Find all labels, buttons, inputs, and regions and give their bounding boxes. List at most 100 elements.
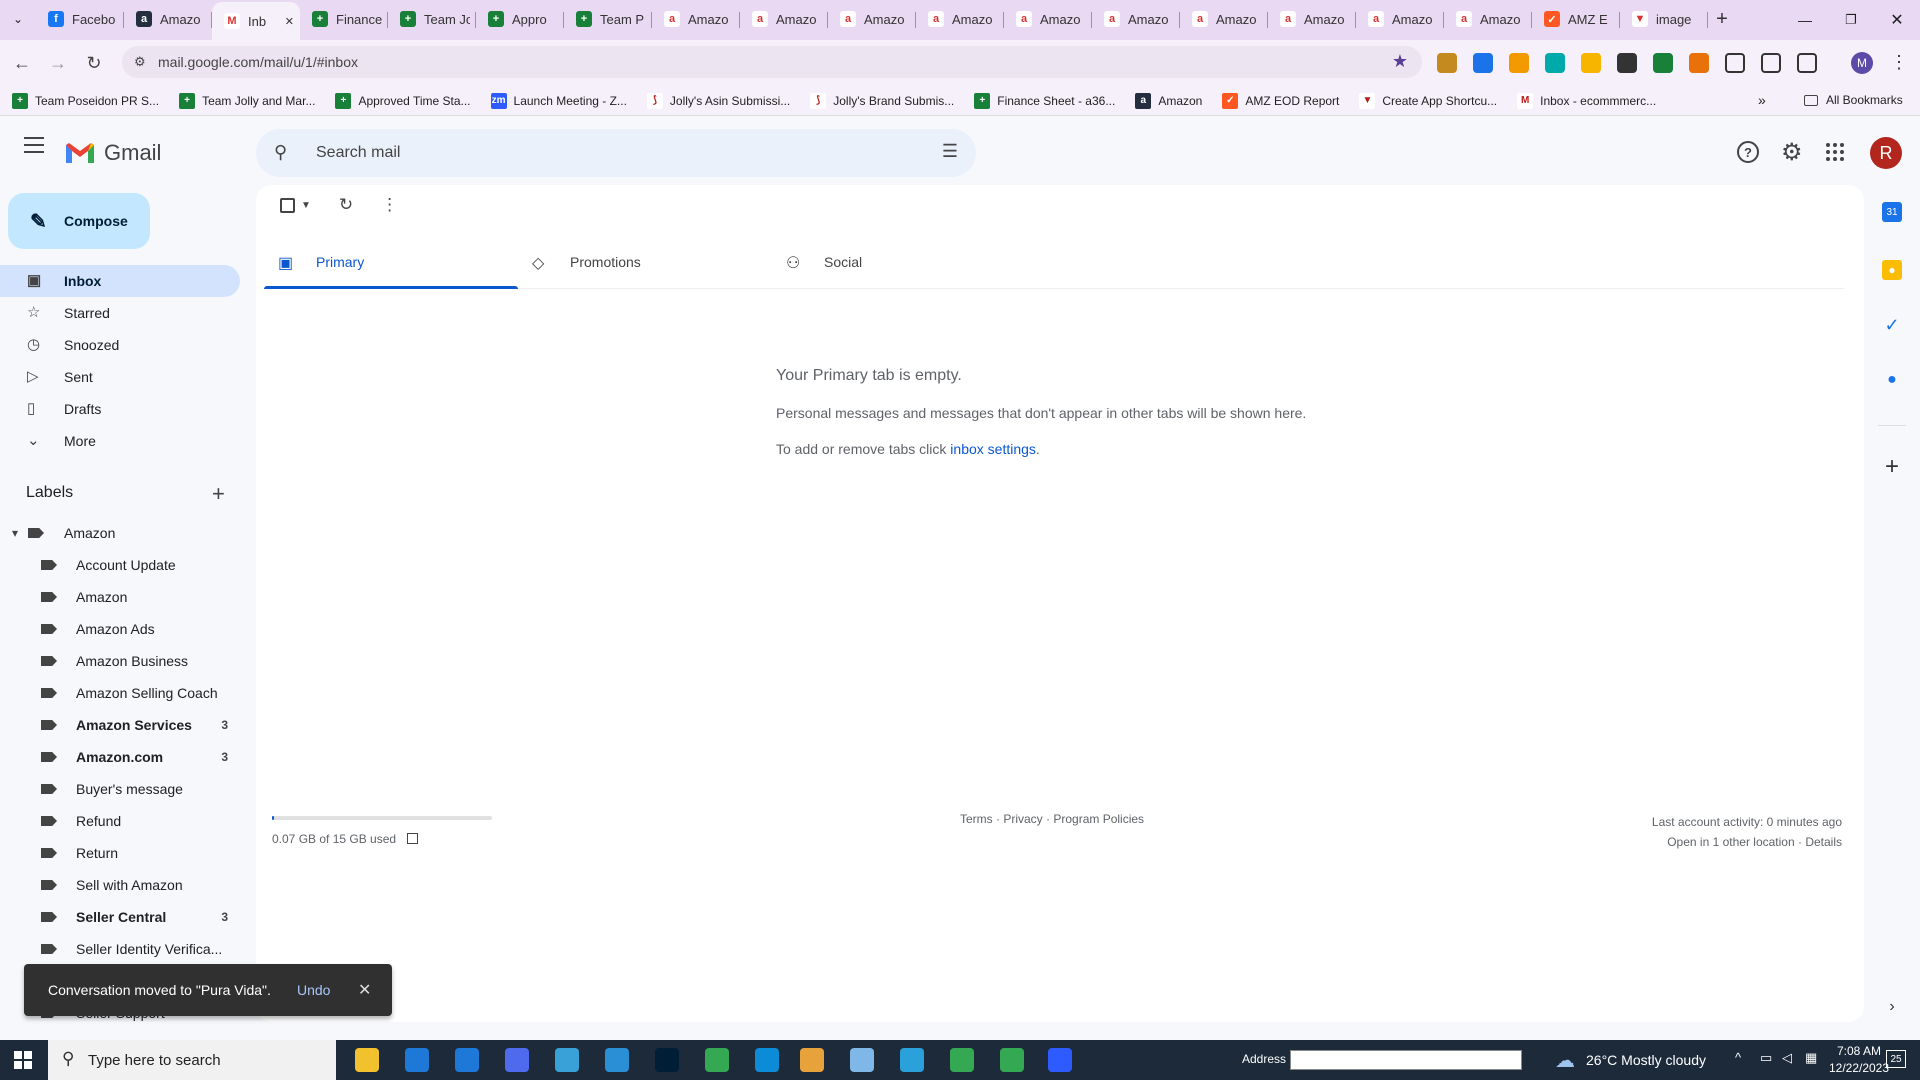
tab-search-icon[interactable]: ⌄ <box>0 2 36 36</box>
label-item[interactable]: Refund <box>0 805 240 837</box>
keep-icon[interactable]: ● <box>1882 260 1902 280</box>
ext-zm-icon[interactable] <box>1545 53 1565 73</box>
apps-grid-icon[interactable] <box>1826 143 1844 161</box>
search-mail-bar[interactable]: ⚲ Search mail ☰ <box>256 129 976 177</box>
open-external-icon[interactable] <box>407 833 419 844</box>
label-item[interactable]: Amazon Services 3 <box>0 709 240 741</box>
edge-icon[interactable] <box>755 1048 779 1072</box>
browser-tab[interactable]: ▼ image <box>1620 2 1708 36</box>
browser-tab[interactable]: a Amazo <box>916 2 1004 36</box>
back-icon[interactable]: ← <box>8 49 36 77</box>
browser-menu-icon[interactable]: ⋮ <box>1890 52 1908 73</box>
remote-icon[interactable] <box>505 1048 529 1072</box>
tab-primary[interactable]: ▣ Primary <box>264 235 518 289</box>
show-side-panel-icon[interactable]: › <box>1882 997 1902 1017</box>
browser-tab[interactable]: + Appro <box>476 2 564 36</box>
browser-tab[interactable]: a Amazo <box>740 2 828 36</box>
ext-globe-icon[interactable] <box>1473 53 1493 73</box>
sidebar-item-drafts[interactable]: ▯ Drafts <box>0 393 240 425</box>
ext-circle-icon[interactable] <box>1509 53 1529 73</box>
telegram-icon[interactable] <box>900 1048 924 1072</box>
terms-link[interactable]: Terms <box>960 812 993 826</box>
screen-icon[interactable] <box>555 1048 579 1072</box>
calendar-icon[interactable]: 31 <box>1882 202 1902 222</box>
file-explorer-icon[interactable] <box>355 1048 379 1072</box>
browser-tab[interactable]: a Amazo <box>1444 2 1532 36</box>
url-bar[interactable]: ⚙ mail.google.com/mail/u/1/#inbox ★ <box>122 46 1422 78</box>
side-panel-icon[interactable] <box>1797 53 1817 73</box>
search-icon[interactable]: ⚲ <box>274 142 287 163</box>
help-icon[interactable]: ? <box>1737 141 1759 163</box>
minimize-icon[interactable]: — <box>1782 0 1828 40</box>
pet-icon[interactable] <box>800 1048 824 1072</box>
tab-promotions[interactable]: ◇ Promotions <box>518 235 772 289</box>
bookmark-item[interactable]: ⟆ Jolly's Asin Submissi... <box>646 92 790 109</box>
forward-icon[interactable]: → <box>44 49 72 77</box>
bookmark-item[interactable]: + Finance Sheet - a36... <box>974 92 1115 109</box>
refresh-icon[interactable]: ↻ <box>339 195 353 215</box>
details-link[interactable]: Details <box>1805 835 1842 849</box>
notes-icon[interactable] <box>850 1048 874 1072</box>
browser-tab[interactable]: M Inb ✕ <box>212 2 300 40</box>
sidebar-item-sent[interactable]: ▷ Sent <box>0 361 240 393</box>
select-dropdown-icon[interactable]: ▼ <box>301 200 311 211</box>
close-tab-icon[interactable]: ✕ <box>285 15 294 28</box>
ext-burger-icon[interactable] <box>1437 53 1457 73</box>
bookmark-item[interactable]: a Amazon <box>1135 92 1202 109</box>
browser-tab[interactable]: a Amazo <box>1268 2 1356 36</box>
browser-tab[interactable]: ✓ AMZ E <box>1532 2 1620 36</box>
label-item[interactable]: Amazon.com 3 <box>0 741 240 773</box>
select-all-checkbox[interactable] <box>280 197 295 213</box>
browser-tab[interactable]: a Amazo <box>1180 2 1268 36</box>
settings-gear-icon[interactable]: ⚙ <box>1781 138 1803 167</box>
close-window-icon[interactable]: ✕ <box>1874 0 1920 40</box>
windows-start-icon[interactable] <box>14 1051 32 1069</box>
notification-center-icon[interactable]: 25 <box>1886 1050 1906 1068</box>
bookmark-star-icon[interactable]: ★ <box>1392 51 1408 72</box>
ext-js-icon[interactable] <box>1689 53 1709 73</box>
bookmark-item[interactable]: + Approved Time Sta... <box>335 92 471 109</box>
label-item[interactable]: ▾ Amazon <box>0 517 240 549</box>
zoom-icon[interactable] <box>1048 1048 1072 1072</box>
more-actions-icon[interactable]: ⋮ <box>381 195 398 215</box>
bookmark-item[interactable]: zm Launch Meeting - Z... <box>490 92 627 109</box>
sidebar-item-snoozed[interactable]: ◷ Snoozed <box>0 329 240 361</box>
chrome-icon[interactable] <box>705 1048 729 1072</box>
account-avatar[interactable]: R <box>1870 137 1902 169</box>
inbox-settings-link[interactable]: inbox settings <box>950 441 1036 457</box>
gmail-logo[interactable]: Gmail <box>64 140 161 166</box>
privacy-link[interactable]: Privacy <box>1003 812 1042 826</box>
label-item[interactable]: Amazon <box>0 581 240 613</box>
bookmark-item[interactable]: + Team Poseidon PR S... <box>12 92 159 109</box>
ext-r-icon[interactable] <box>1653 53 1673 73</box>
more-bookmarks-icon[interactable]: » <box>1758 92 1766 108</box>
ime-icon[interactable]: ▦ <box>1805 1050 1817 1066</box>
label-item[interactable]: Amazon Selling Coach <box>0 677 240 709</box>
label-item[interactable]: Sell with Amazon <box>0 869 240 901</box>
site-info-icon[interactable]: ⚙ <box>134 54 146 70</box>
bookmark-item[interactable]: + Team Jolly and Mar... <box>179 92 315 109</box>
browser-tab[interactable]: + Team P <box>564 2 652 36</box>
taskbar-address-input[interactable] <box>1290 1050 1522 1070</box>
bookmark-item[interactable]: ⟆ Jolly's Brand Submis... <box>810 92 954 109</box>
weather-text[interactable]: 26°C Mostly cloudy <box>1586 1052 1706 1068</box>
browser-tab[interactable]: + Team Jo <box>388 2 476 36</box>
reload-icon[interactable]: ↻ <box>80 49 108 77</box>
all-bookmarks[interactable]: All Bookmarks <box>1804 93 1903 107</box>
expand-arrow-icon[interactable]: ▾ <box>12 526 18 540</box>
extensions-puzzle-icon[interactable] <box>1725 53 1745 73</box>
label-item[interactable]: Account Update <box>0 549 240 581</box>
label-item[interactable]: Buyer's message <box>0 773 240 805</box>
sidebar-item-starred[interactable]: ☆ Starred <box>0 297 240 329</box>
tab-social[interactable]: ⚇ Social <box>772 235 1026 289</box>
compose-button[interactable]: ✎ Compose <box>8 193 150 249</box>
browser-tab[interactable]: a Amazo <box>1004 2 1092 36</box>
tray-chevron-icon[interactable]: ^ <box>1735 1050 1741 1065</box>
label-item[interactable]: Amazon Business <box>0 645 240 677</box>
browser-tab[interactable]: a Amazo <box>1356 2 1444 36</box>
undo-button[interactable]: Undo <box>297 982 330 998</box>
label-item[interactable]: Amazon Ads <box>0 613 240 645</box>
sidebar-item-inbox[interactable]: ▣ Inbox <box>0 265 240 297</box>
volume-icon[interactable]: ◁ <box>1782 1050 1792 1066</box>
browser-tab[interactable]: + Finance <box>300 2 388 36</box>
